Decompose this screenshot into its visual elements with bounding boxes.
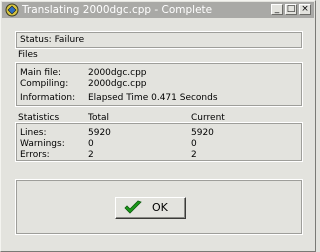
dialog-window: Translating 2000dgc.cpp - Complete _ □ ×…	[0, 0, 316, 252]
lines-current: 5920	[191, 128, 214, 138]
lines-total: 5920	[88, 128, 111, 138]
compiling-value: 2000dgc.cpp	[88, 79, 147, 89]
errors-total: 2	[88, 150, 94, 160]
warnings-current: 0	[191, 139, 197, 149]
maximize-button[interactable]: □	[285, 4, 297, 15]
checkmark-icon	[124, 200, 142, 216]
title-bar[interactable]: Translating 2000dgc.cpp - Complete _ □ ×	[2, 2, 314, 18]
information-label: Information:	[20, 93, 76, 103]
warnings-total: 0	[88, 139, 94, 149]
close-icon: ×	[301, 4, 309, 14]
warnings-label: Warnings:	[20, 139, 65, 149]
errors-current: 2	[191, 150, 197, 160]
minimize-icon: _	[274, 4, 280, 14]
errors-label: Errors:	[20, 150, 50, 160]
ok-button[interactable]: OK	[115, 197, 186, 219]
lines-label: Lines:	[20, 128, 47, 138]
minimize-button[interactable]: _	[271, 4, 283, 15]
information-value: Elapsed Time 0.471 Seconds	[88, 93, 218, 103]
main-file-label: Main file:	[20, 68, 62, 78]
ok-button-label: OK	[152, 201, 168, 214]
status-text: Status: Failure	[20, 35, 85, 45]
close-button[interactable]: ×	[299, 4, 311, 15]
compiling-label: Compiling:	[20, 79, 69, 89]
main-file-value: 2000dgc.cpp	[88, 68, 147, 78]
window-title: Translating 2000dgc.cpp - Complete	[22, 4, 213, 16]
files-heading: Files	[18, 50, 38, 60]
app-icon[interactable]	[5, 3, 19, 17]
maximize-icon: □	[286, 4, 296, 14]
